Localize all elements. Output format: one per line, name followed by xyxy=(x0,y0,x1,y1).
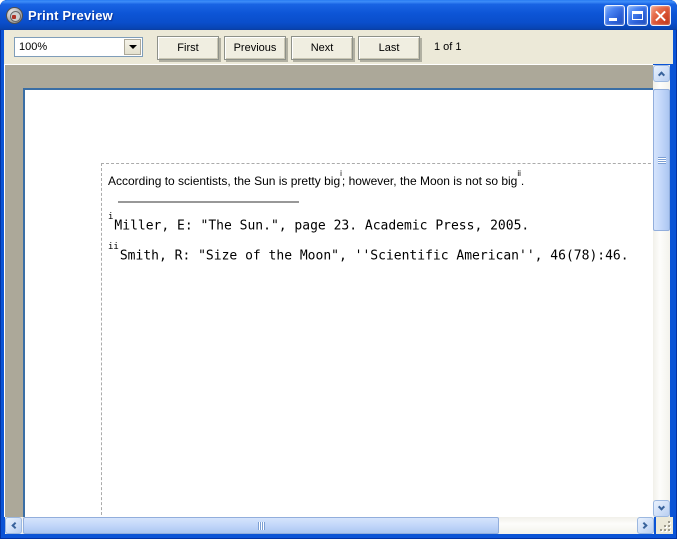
footnote-separator-line xyxy=(118,201,299,203)
zoom-select[interactable]: 100% xyxy=(14,37,143,57)
window-title: Print Preview xyxy=(28,7,113,23)
footnote-reference-1: i xyxy=(340,169,342,178)
previous-page-button[interactable]: Previous xyxy=(224,36,286,60)
footnote-marker-1: i xyxy=(108,212,114,222)
scroll-up-button[interactable] xyxy=(653,65,670,82)
last-page-button[interactable]: Last xyxy=(358,36,420,60)
chevron-down-icon xyxy=(128,45,137,53)
scrollbar-grip-icon xyxy=(657,156,666,164)
scroll-left-button[interactable] xyxy=(5,517,22,534)
scroll-down-button[interactable] xyxy=(653,500,670,517)
titlebar[interactable]: Print Preview xyxy=(0,0,677,30)
footnote-text-2: Smith, R: "Size of the Moon", ''Scientif… xyxy=(119,248,629,264)
chevron-down-icon xyxy=(657,503,666,511)
footnote-item: iMiller, E: "The Sun.", page 23. Academi… xyxy=(108,209,653,239)
resize-grip[interactable] xyxy=(656,517,673,534)
printable-area-boundary: According to scientists, the Sun is pret… xyxy=(101,163,653,517)
maximize-button[interactable] xyxy=(627,4,648,26)
horizontal-scrollbar[interactable] xyxy=(5,517,654,534)
next-page-button[interactable]: Next xyxy=(291,36,353,60)
page-indicator: 1 of 1 xyxy=(434,41,462,53)
minimize-icon xyxy=(609,17,617,21)
body-text-end: . xyxy=(520,174,525,188)
footnote-item: iiSmith, R: "Size of the Moon", ''Scient… xyxy=(108,239,653,269)
print-preview-window: Print Preview 100% First Previous Next L… xyxy=(0,0,677,539)
chevron-up-icon xyxy=(657,71,666,79)
preview-page: According to scientists, the Sun is pret… xyxy=(23,88,653,517)
chevron-left-icon xyxy=(11,521,19,530)
resize-grip-icon xyxy=(668,529,670,531)
scroll-right-button[interactable] xyxy=(637,517,654,534)
toolbar: 100% First Previous Next Last 1 of 1 xyxy=(4,30,673,64)
body-text-middle: ; however, the Moon is not so big xyxy=(341,174,518,188)
body-text-start: According to scientists, the Sun is pret… xyxy=(108,174,341,188)
window-controls xyxy=(604,4,671,26)
vertical-scrollbar-thumb[interactable] xyxy=(653,89,670,231)
preview-workspace: According to scientists, the Sun is pret… xyxy=(4,64,653,517)
vertical-scrollbar[interactable] xyxy=(653,65,670,517)
close-icon xyxy=(655,10,666,21)
close-button[interactable] xyxy=(650,4,671,26)
footnote-reference-2: ii xyxy=(517,169,521,178)
document-body-text: According to scientists, the Sun is pret… xyxy=(108,169,653,189)
first-page-button[interactable]: First xyxy=(157,36,219,60)
zoom-value: 100% xyxy=(19,41,48,53)
footnotes-list: iMiller, E: "The Sun.", page 23. Academi… xyxy=(108,209,653,270)
minimize-button[interactable] xyxy=(604,4,625,26)
maximize-icon xyxy=(632,10,643,20)
zoom-dropdown-button[interactable] xyxy=(124,39,141,55)
app-icon xyxy=(6,6,23,24)
scrollbar-grip-icon xyxy=(257,521,265,530)
chevron-right-icon xyxy=(640,521,648,530)
horizontal-scrollbar-thumb[interactable] xyxy=(23,517,499,534)
footnote-text-1: Miller, E: "The Sun.", page 23. Academic… xyxy=(114,218,530,234)
footnote-marker-2: ii xyxy=(108,242,119,253)
